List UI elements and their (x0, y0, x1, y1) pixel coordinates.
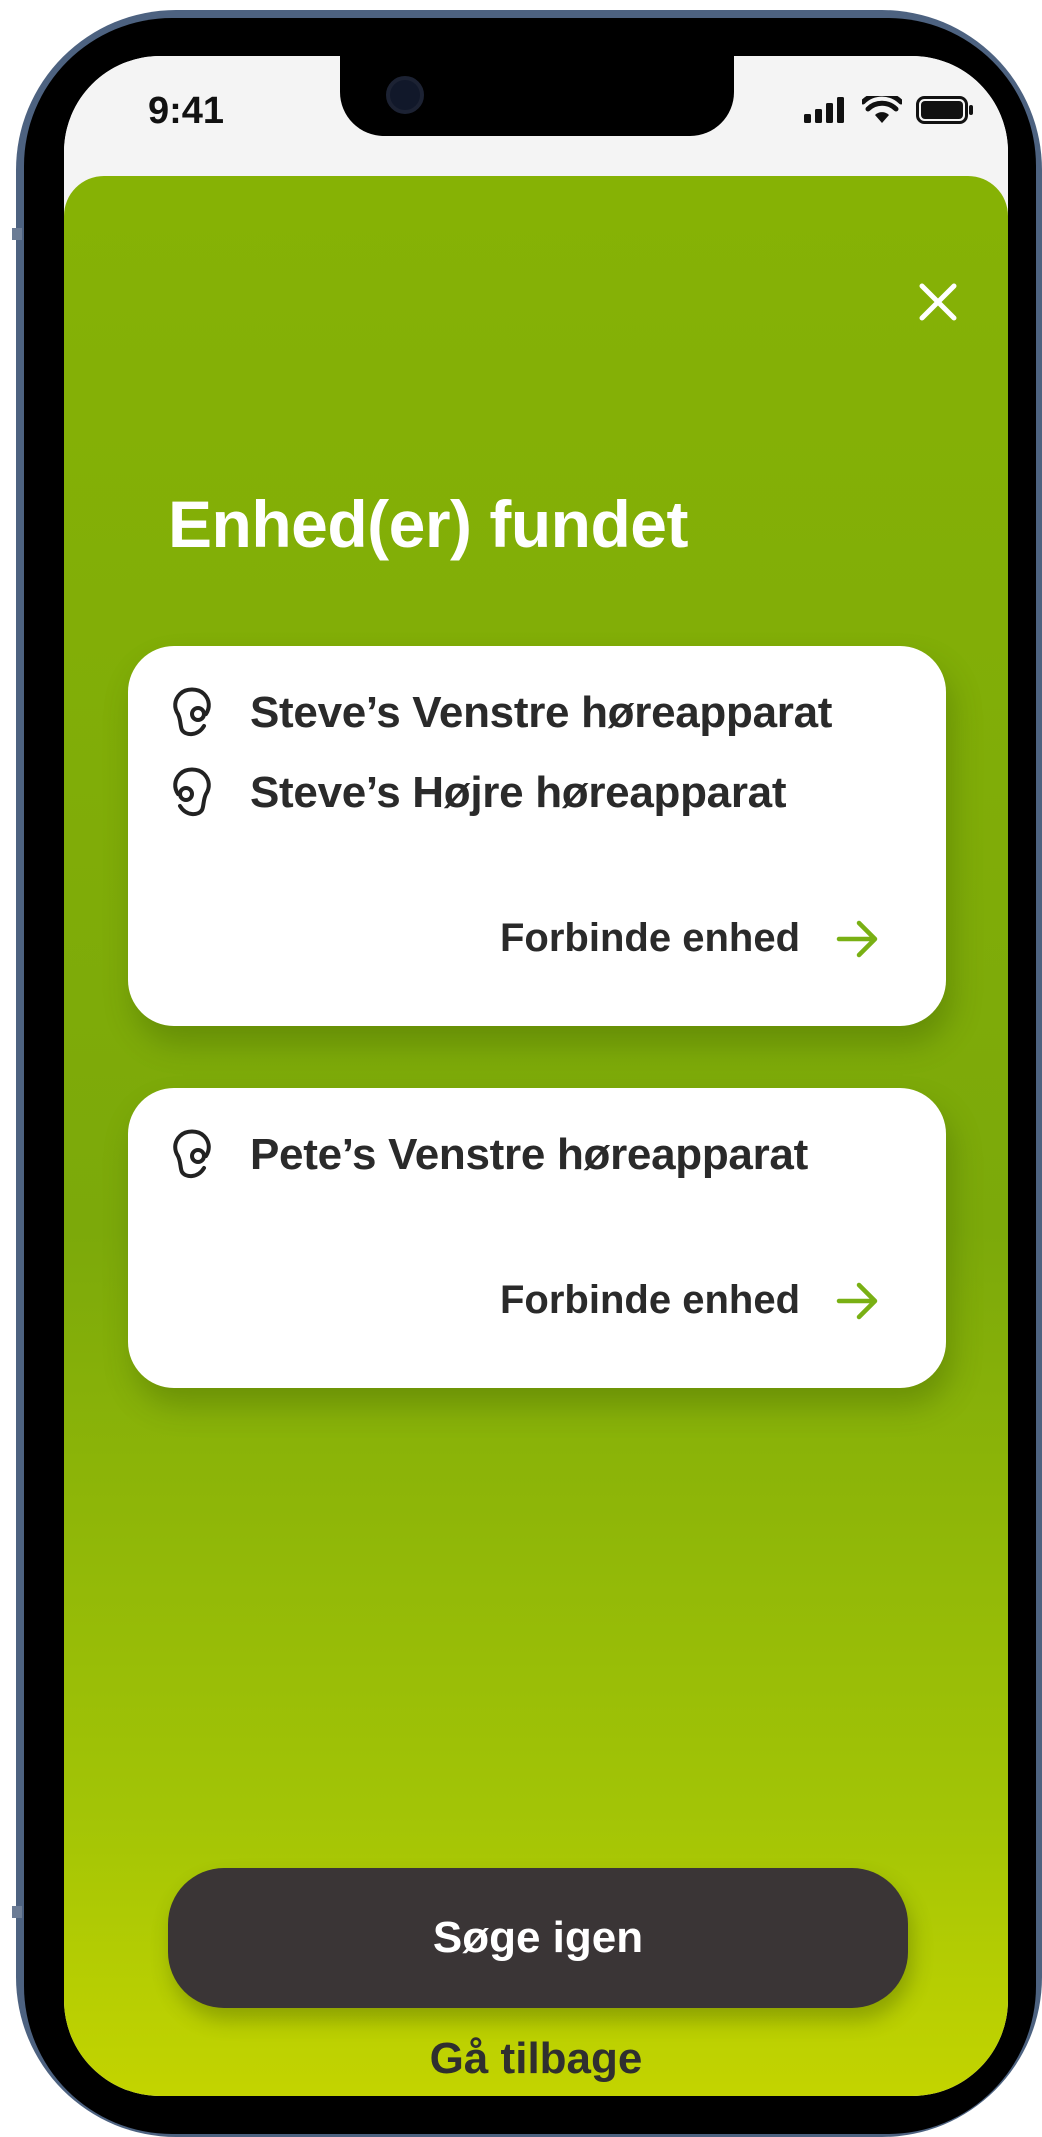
device-item: Steve’s Højre høreapparat (168, 766, 786, 820)
right-ear-icon (173, 767, 211, 817)
arrow-right-icon (836, 920, 878, 957)
left-ear-icon (173, 1129, 211, 1179)
screen: 9:41 Enhed(er) fundet Steve’s Venstre hø… (64, 56, 1008, 2096)
close-icon (919, 283, 957, 321)
devices-found-sheet: Enhed(er) fundet Steve’s Venstre høreapp… (64, 176, 1008, 2096)
page-title: Enhed(er) fundet (168, 487, 688, 561)
connect-device-button[interactable]: Forbinde enhed (500, 1278, 880, 1323)
arrow-right-icon (836, 1282, 878, 1319)
search-again-button[interactable]: Søge igen (168, 1868, 908, 2008)
device-name: Pete’s Venstre høreapparat (250, 1130, 808, 1179)
side-button (12, 228, 22, 240)
go-back-link[interactable]: Gå tilbage (64, 2034, 1008, 2084)
status-bar: 9:41 (64, 56, 1008, 176)
device-card: Pete’s Venstre høreapparat Forbinde enhe… (128, 1088, 946, 1388)
close-button[interactable] (914, 278, 962, 326)
status-icons (804, 96, 974, 124)
device-name: Steve’s Højre høreapparat (250, 768, 787, 817)
connect-label: Forbinde enhed (500, 1278, 800, 1322)
left-ear-icon (173, 687, 211, 737)
front-camera (386, 76, 424, 114)
device-card: Steve’s Venstre høreapparat Steve’s Højr… (128, 646, 946, 1026)
status-time: 9:41 (148, 90, 225, 132)
device-item: Steve’s Venstre høreapparat (168, 686, 832, 740)
device-name: Steve’s Venstre høreapparat (250, 688, 833, 737)
connect-device-button[interactable]: Forbinde enhed (500, 916, 880, 961)
connect-label: Forbinde enhed (500, 916, 800, 960)
battery-icon (916, 96, 973, 124)
device-item: Pete’s Venstre høreapparat (168, 1128, 808, 1182)
signal-icon (804, 97, 844, 123)
wifi-icon (862, 96, 902, 123)
side-button (12, 1906, 22, 1918)
